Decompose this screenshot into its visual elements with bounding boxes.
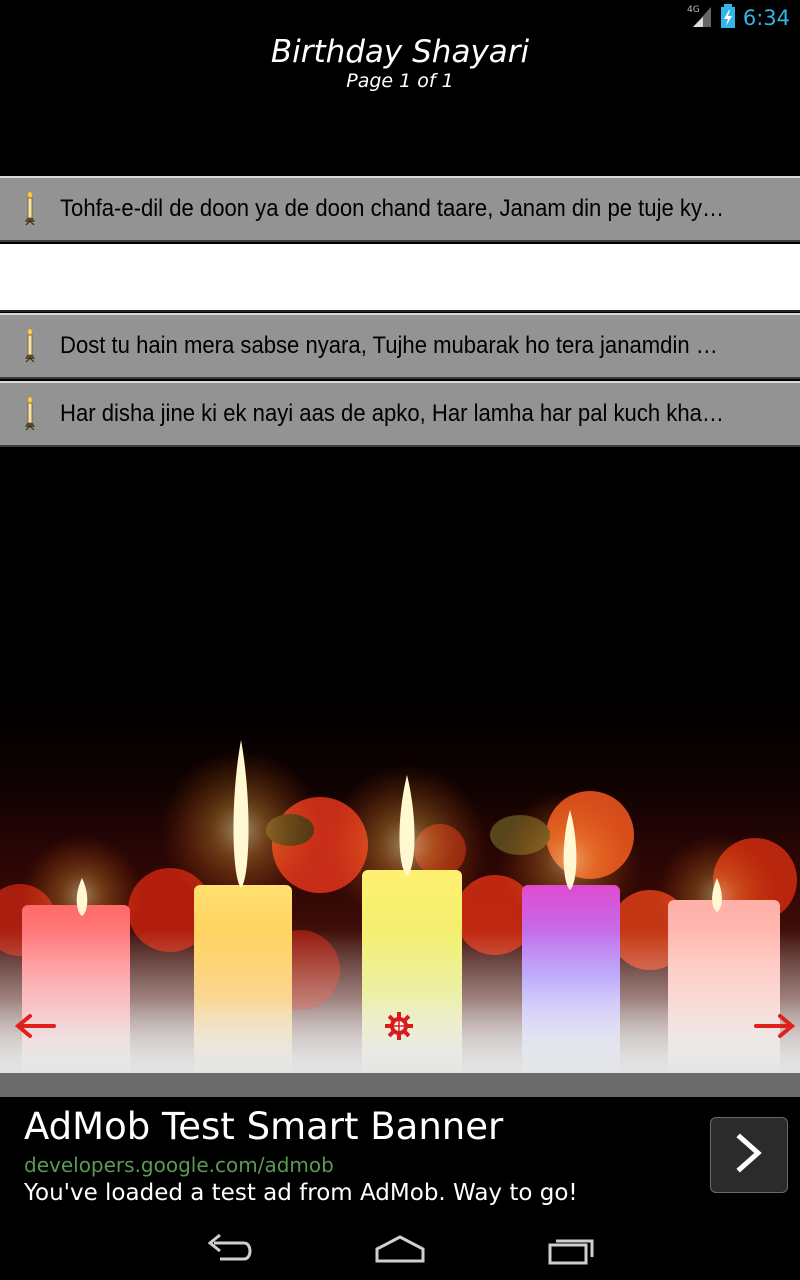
ad-title[interactable]: AdMob Test Smart Banner bbox=[24, 1105, 503, 1148]
candle-icon bbox=[0, 178, 60, 240]
list-item-text: Dost tu hain mera sabse nyara, Tujhe mub… bbox=[60, 332, 725, 359]
system-nav-bar bbox=[0, 1217, 800, 1280]
signal-icon: 4G bbox=[687, 4, 713, 32]
candle-icon bbox=[0, 315, 60, 377]
candle-icon bbox=[0, 383, 60, 445]
chevron-right-icon bbox=[734, 1133, 764, 1177]
list-item[interactable]: Dost tu hain mera sabse nyara, Tujhe mub… bbox=[0, 313, 800, 379]
battery-charging-icon bbox=[720, 4, 735, 32]
home-icon[interactable] bbox=[370, 1231, 430, 1267]
scene-bottom-strip bbox=[0, 1073, 800, 1097]
list-item[interactable]: Har disha jine ki ek nayi aas de apko, H… bbox=[0, 381, 800, 447]
list-item-text: Har disha jine ki ek nayi aas de apko, H… bbox=[60, 400, 725, 427]
page-title: Birthday Shayari bbox=[270, 34, 530, 70]
list-divider bbox=[0, 244, 800, 312]
clock: 6:34 bbox=[742, 6, 790, 30]
ad-banner[interactable]: AdMob Test Smart Banner developers.googl… bbox=[0, 1097, 800, 1217]
back-icon[interactable] bbox=[200, 1231, 260, 1267]
network-type-label: 4G bbox=[687, 5, 700, 15]
ad-open-button[interactable] bbox=[710, 1117, 788, 1193]
app-header: Birthday Shayari Page 1 of 1 bbox=[0, 34, 800, 176]
page-indicator: Page 1 of 1 bbox=[346, 70, 454, 92]
ad-url[interactable]: developers.google.com/admob bbox=[24, 1153, 334, 1177]
ad-description: You've loaded a test ad from AdMob. Way … bbox=[24, 1180, 578, 1206]
status-icons: 4G 6:34 bbox=[687, 4, 790, 32]
gear-icon[interactable] bbox=[384, 1011, 414, 1041]
list-item[interactable]: Tohfa-e-dil de doon ya de doon chand taa… bbox=[0, 176, 800, 242]
list-item-text: Tohfa-e-dil de doon ya de doon chand taa… bbox=[60, 195, 725, 222]
status-bar: 4G 6:34 bbox=[0, 0, 800, 36]
arrow-left-icon[interactable] bbox=[14, 1012, 58, 1040]
candles-background-image bbox=[0, 450, 800, 1073]
recent-apps-icon[interactable] bbox=[542, 1231, 602, 1267]
arrow-right-icon[interactable] bbox=[752, 1012, 796, 1040]
